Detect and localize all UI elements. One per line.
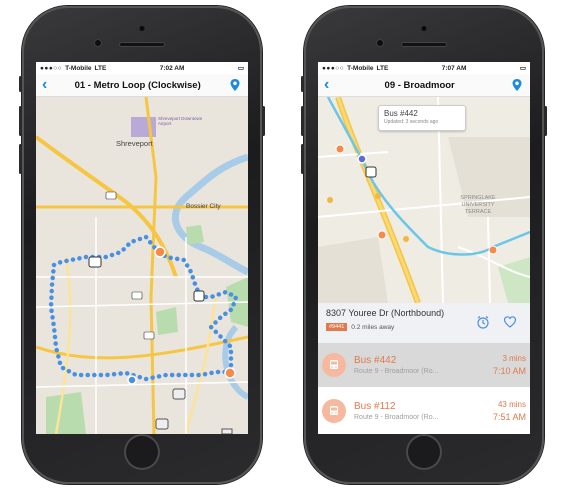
- proximity-sensor: [421, 26, 427, 31]
- bus-name: Bus #442: [354, 355, 397, 366]
- city2-label: Bossier City: [186, 203, 221, 210]
- signal-dots-icon: ●●●○○: [322, 64, 345, 72]
- right-phone: ●●●○○ T-Mobile LTE 7:07 AM ▭ ‹ 09 - Broa…: [301, 6, 547, 484]
- stop-panel[interactable]: 8307 Youree Dr (Northbound) #9441 0.2 mi…: [318, 303, 530, 343]
- battery-icon: ▭: [519, 65, 526, 72]
- bus-name: Bus #112: [354, 400, 396, 412]
- network-label: LTE: [94, 64, 107, 72]
- bus-row[interactable]: Bus #442 Route 9 - Broadmoor (Ro... 3 mi…: [318, 343, 530, 387]
- location-pin-icon[interactable]: [228, 78, 242, 92]
- stop-marker[interactable]: [224, 367, 236, 379]
- poi-marker: [403, 236, 409, 242]
- bus-eta-time: 7:10 AM: [492, 366, 526, 376]
- home-button[interactable]: [124, 434, 160, 470]
- carrier-label: T-Mobile: [65, 64, 92, 72]
- area-label: SPRINGLAKE UNIVERSITY TERRACE: [460, 195, 496, 216]
- poi-marker: [327, 197, 333, 203]
- page-title: 09 - Broadmoor: [384, 79, 455, 91]
- back-chevron-icon[interactable]: ‹: [42, 77, 47, 93]
- carrier-label: T-Mobile: [347, 64, 374, 72]
- proximity-sensor: [139, 26, 145, 31]
- clock: 7:07 AM: [441, 64, 467, 72]
- right-screen: ●●●○○ T-Mobile LTE 7:07 AM ▭ ‹ 09 - Broa…: [318, 62, 530, 434]
- left-phone: ●●●○○ T-Mobile LTE 7:02 AM ▭ ‹ 01 - Metr…: [19, 6, 265, 484]
- airport-area: [131, 117, 156, 137]
- bus-callout[interactable]: Bus #442 Updated: 3 seconds ago: [378, 105, 466, 131]
- city-label: Shreveport: [116, 139, 153, 148]
- stop-marker[interactable]: [377, 230, 387, 240]
- location-pin-icon[interactable]: [510, 78, 524, 92]
- front-camera: [94, 39, 102, 47]
- bus-icon: [322, 353, 346, 377]
- nav-bar: ‹ 09 - Broadmoor: [318, 74, 530, 97]
- volume-down-button: [19, 144, 22, 174]
- network-label: LTE: [376, 64, 389, 72]
- back-chevron-icon[interactable]: ‹: [324, 77, 329, 93]
- highway-shield-icon: [131, 291, 143, 300]
- earpiece-speaker: [401, 42, 447, 47]
- volume-up-button: [301, 106, 304, 136]
- mute-switch: [301, 76, 304, 92]
- heart-favorite-icon[interactable]: [503, 315, 517, 329]
- bus-eta-time: 7:51 AM: [492, 411, 526, 422]
- mute-switch: [19, 76, 22, 92]
- clock: 7:02 AM: [159, 64, 185, 72]
- stop-marker[interactable]: [335, 144, 345, 154]
- bus-marker[interactable]: [357, 154, 367, 164]
- power-button: [262, 106, 265, 136]
- bus-station-icon[interactable]: [193, 290, 205, 302]
- bus-eta-mins: 43 mins: [497, 399, 526, 409]
- volume-down-button: [301, 144, 304, 174]
- nav-bar: ‹ 01 - Metro Loop (Clockwise): [36, 74, 248, 97]
- front-camera: [376, 39, 384, 47]
- bus-station-icon[interactable]: [88, 256, 102, 268]
- power-button: [544, 106, 547, 136]
- bus-route: Route 9 - Broadmoor (Ro...: [354, 368, 439, 375]
- callout-title: Bus #442: [384, 109, 418, 118]
- highway-shield-icon: [143, 331, 155, 340]
- battery-icon: ▭: [237, 65, 244, 72]
- bus-icon: [322, 398, 346, 423]
- earpiece-speaker: [119, 42, 165, 47]
- left-screen: ●●●○○ T-Mobile LTE 7:02 AM ▭ ‹ 01 - Metr…: [36, 62, 248, 434]
- callout-subtitle: Updated: 3 seconds ago: [384, 119, 439, 125]
- bus-row[interactable]: Bus #112 Route 9 - Broadmoor (Ro... 43 m…: [318, 387, 530, 434]
- bus-marker[interactable]: [127, 375, 137, 385]
- stop-id-badge: #9441: [326, 323, 348, 331]
- stop-distance: 0.2 miles away: [351, 323, 395, 331]
- airport-label: Shreveport Downtown Airport: [158, 116, 203, 126]
- alarm-clock-icon[interactable]: [476, 315, 490, 329]
- status-bar: ●●●○○ T-Mobile LTE 7:02 AM ▭: [36, 62, 248, 74]
- route-map[interactable]: Bus #442 Updated: 3 seconds ago SPRINGLA…: [318, 96, 530, 305]
- bus-station-icon[interactable]: [155, 418, 169, 430]
- stop-name: 8307 Youree Dr (Northbound): [326, 308, 445, 318]
- stop-marker[interactable]: [154, 246, 166, 258]
- route-map[interactable]: Shreveport Bossier City Shreveport Downt…: [36, 96, 248, 434]
- status-bar: ●●●○○ T-Mobile LTE 7:07 AM ▭: [318, 62, 530, 74]
- bus-station-icon[interactable]: [365, 166, 377, 178]
- volume-up-button: [19, 106, 22, 136]
- bus-eta-mins: 3 mins: [502, 354, 526, 363]
- highway-shield-icon: [105, 191, 117, 200]
- signal-dots-icon: ●●●○○: [40, 64, 63, 72]
- page-title: 01 - Metro Loop (Clockwise): [74, 79, 201, 91]
- poi-marker: [375, 193, 381, 199]
- bus-station-icon[interactable]: [172, 388, 186, 400]
- bus-route: Route 9 - Broadmoor (Ro...: [354, 413, 439, 421]
- home-button[interactable]: [406, 434, 442, 470]
- stop-marker[interactable]: [488, 245, 498, 255]
